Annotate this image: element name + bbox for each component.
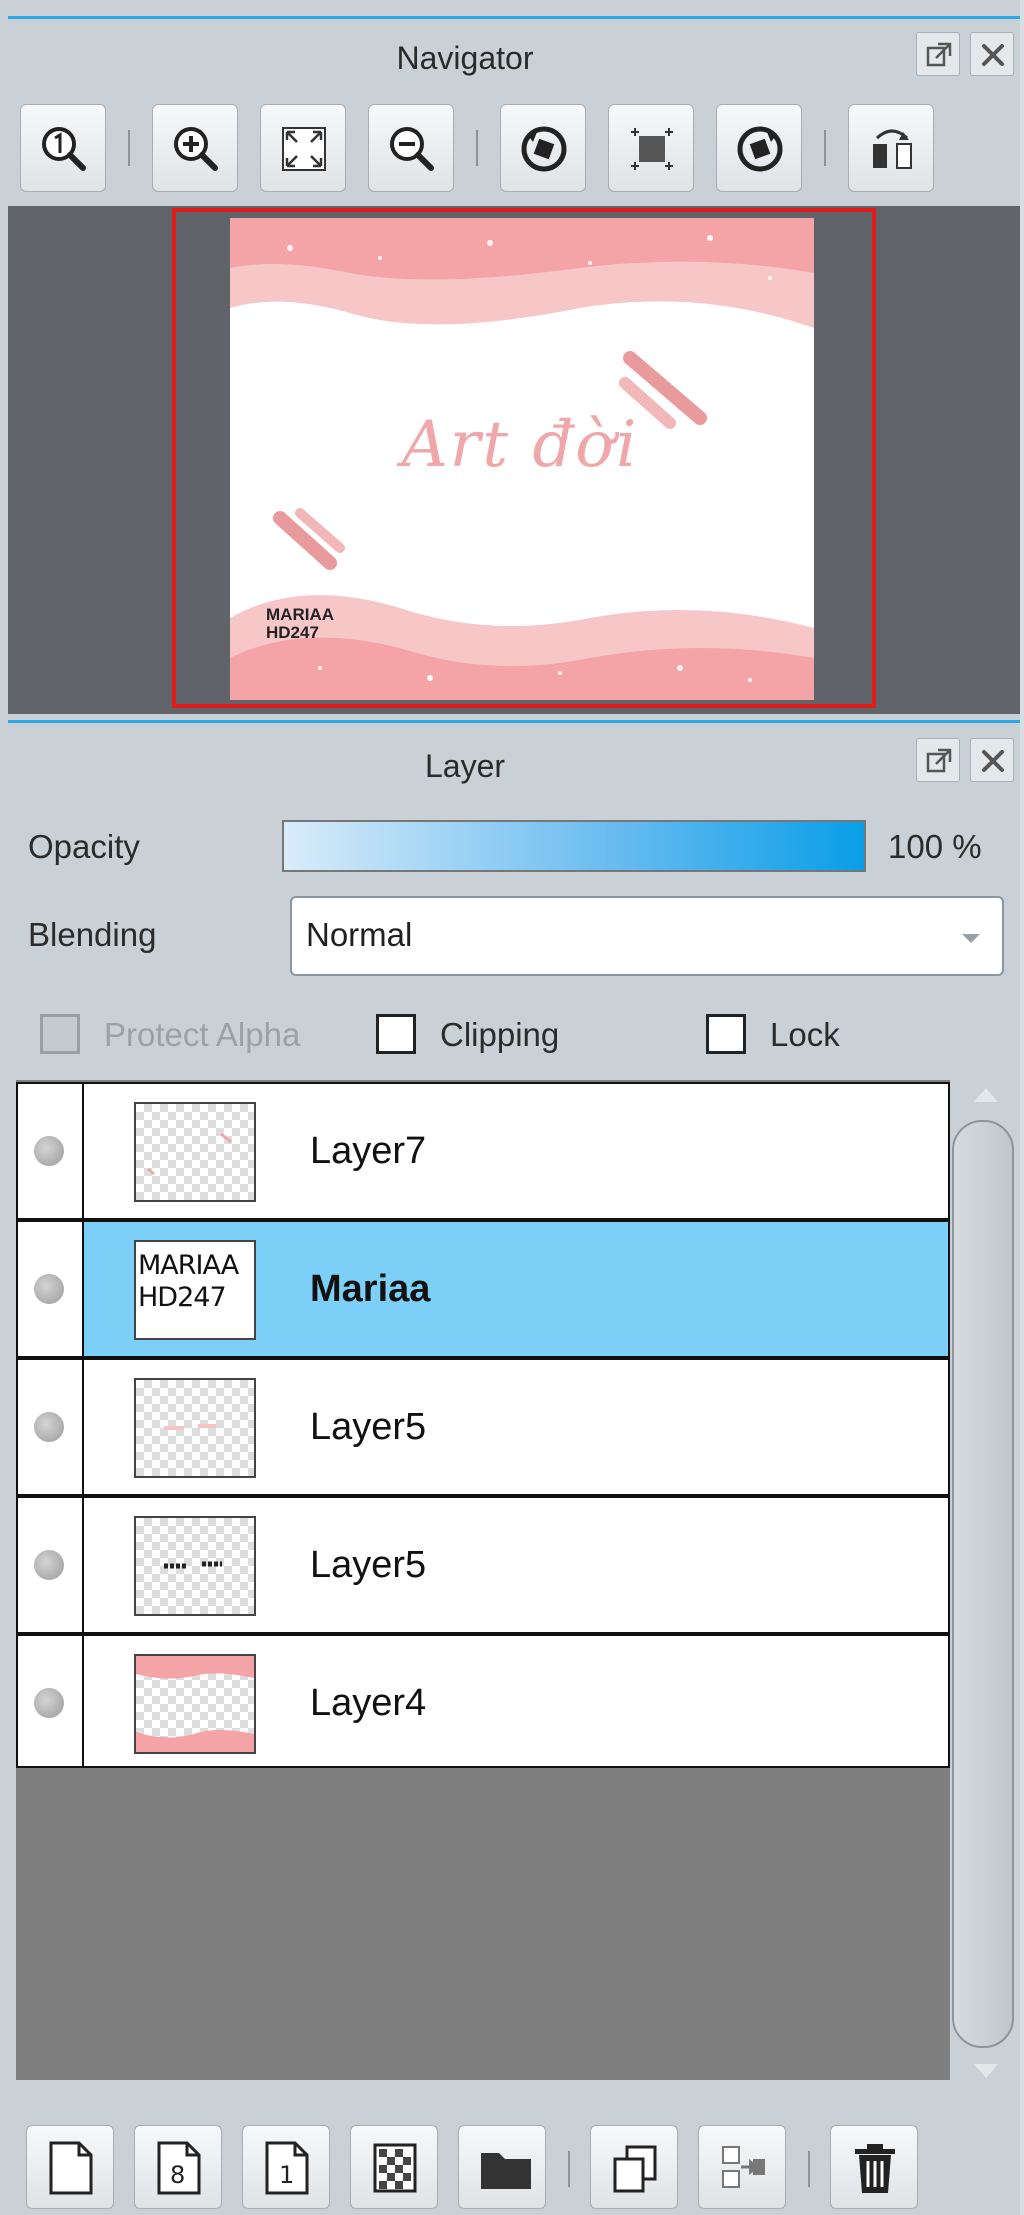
toolbar-separator [824,130,826,166]
layer-name: Layer4 [310,1682,427,1724]
layer-row-main[interactable]: Layer5 [84,1498,948,1632]
new-halftone-layer-icon[interactable] [350,2125,438,2209]
rotate-left-icon[interactable] [500,104,586,192]
flip-horizontal-icon[interactable] [848,104,934,192]
new-layer-icon[interactable] [26,2125,114,2209]
toolbar-separator [568,2151,570,2187]
panel-accent-line [8,720,1024,723]
navigator-title: Navigator [396,40,534,76]
svg-text:8: 8 [170,2161,185,2189]
layer-bottom-toolbar: 8 1 [0,2095,1024,2215]
toolbar-separator [128,130,130,166]
layer-panel: Layer Opacity 100 % Blending Normal Prot… [0,720,1024,2215]
zoom-out-icon[interactable] [368,104,454,192]
new-folder-icon[interactable] [458,2125,546,2209]
eye-icon [34,1550,64,1580]
visibility-toggle[interactable] [18,1498,84,1632]
clipping-label: Clipping [440,1016,560,1053]
lock-checkbox[interactable] [706,1014,746,1054]
merge-down-icon[interactable] [698,2125,786,2209]
opacity-label: Opacity [28,828,140,865]
fit-window-icon[interactable] [260,104,346,192]
new-1bit-layer-icon[interactable]: 1 [242,2125,330,2209]
layer-row[interactable]: Layer4 [16,1634,950,1768]
popout-icon[interactable] [916,32,960,76]
thumbnail-text-line2: HD247 [138,1282,227,1313]
eye-icon [34,1688,64,1718]
close-icon[interactable] [970,32,1014,76]
panel-accent-line [8,16,1024,19]
close-icon[interactable] [970,738,1014,782]
zoom-in-icon[interactable] [152,104,238,192]
layer-thumbnail [134,1102,256,1202]
eye-icon [34,1274,64,1304]
layer-scrollbar-thumb[interactable] [952,1120,1014,2048]
opacity-value: 100 % [888,828,982,865]
lock-label: Lock [770,1016,840,1053]
svg-text:1: 1 [279,2161,294,2189]
preview-title-text: Art đời [401,408,639,482]
layer-row[interactable]: Layer7 [16,1082,950,1220]
toolbar-separator [476,130,478,166]
navigator-preview-area[interactable]: Art đời MARIAA HD247 [8,206,1024,714]
layer-row-main[interactable]: Layer4 [84,1636,948,1766]
layer-row[interactable]: MARIAA HD247 Mariaa [16,1220,950,1358]
navigator-panel: Navigator Art đời MARIAA HD247 [0,0,1024,720]
blending-value: Normal [306,916,413,953]
layer-thumbnail [134,1378,256,1478]
layer-row[interactable]: Layer5 [16,1358,950,1496]
blending-label: Blending [28,916,157,953]
protect-alpha-label: Protect Alpha [104,1016,301,1053]
clipping-checkbox[interactable] [376,1014,416,1054]
toolbar-separator [808,2151,810,2187]
rotate-right-icon[interactable] [716,104,802,192]
new-8bit-layer-icon[interactable]: 8 [134,2125,222,2209]
layer-name: Mariaa [310,1268,431,1310]
navigator-toolbar [20,104,1010,196]
layer-thumbnail [134,1516,256,1616]
preview-signature: MARIAA HD247 [266,606,334,642]
duplicate-layer-icon[interactable] [590,2125,678,2209]
reset-rotation-icon[interactable] [608,104,694,192]
layer-name: Layer5 [310,1406,427,1448]
popout-icon[interactable] [916,738,960,782]
delete-layer-icon[interactable] [830,2125,918,2209]
blending-select[interactable]: Normal [290,896,1004,976]
right-edge [1020,0,1024,2215]
chevron-down-icon [962,934,980,943]
layer-name: Layer7 [310,1130,427,1172]
layer-thumbnail [134,1654,256,1754]
eye-icon [34,1136,64,1166]
visibility-toggle[interactable] [18,1636,84,1766]
layer-panel-title: Layer [424,748,506,784]
zoom-actual-icon[interactable] [20,104,106,192]
layer-thumbnail: MARIAA HD247 [134,1240,256,1340]
layer-name: Layer5 [310,1544,427,1586]
opacity-slider[interactable] [282,820,866,872]
layer-row-main[interactable]: Layer5 [84,1360,948,1494]
layer-row[interactable]: Layer5 [16,1496,950,1634]
protect-alpha-checkbox[interactable] [40,1014,80,1054]
navigator-canvas-preview: Art đời MARIAA HD247 [230,218,814,700]
navigator-viewport-frame[interactable]: Art đời MARIAA HD247 [172,208,876,708]
preview-signature-line2: HD247 [266,623,319,642]
layer-row-main[interactable]: Layer7 [84,1084,948,1218]
preview-signature-line1: MARIAA [266,605,334,624]
visibility-toggle[interactable] [18,1222,84,1356]
scroll-down-arrow-icon[interactable] [974,2064,998,2078]
thumbnail-text-line1: MARIAA [138,1250,239,1281]
scroll-up-arrow-icon[interactable] [974,1088,998,1102]
visibility-toggle[interactable] [18,1360,84,1494]
eye-icon [34,1412,64,1442]
visibility-toggle[interactable] [18,1084,84,1218]
layer-row-main[interactable]: MARIAA HD247 Mariaa [84,1222,948,1356]
